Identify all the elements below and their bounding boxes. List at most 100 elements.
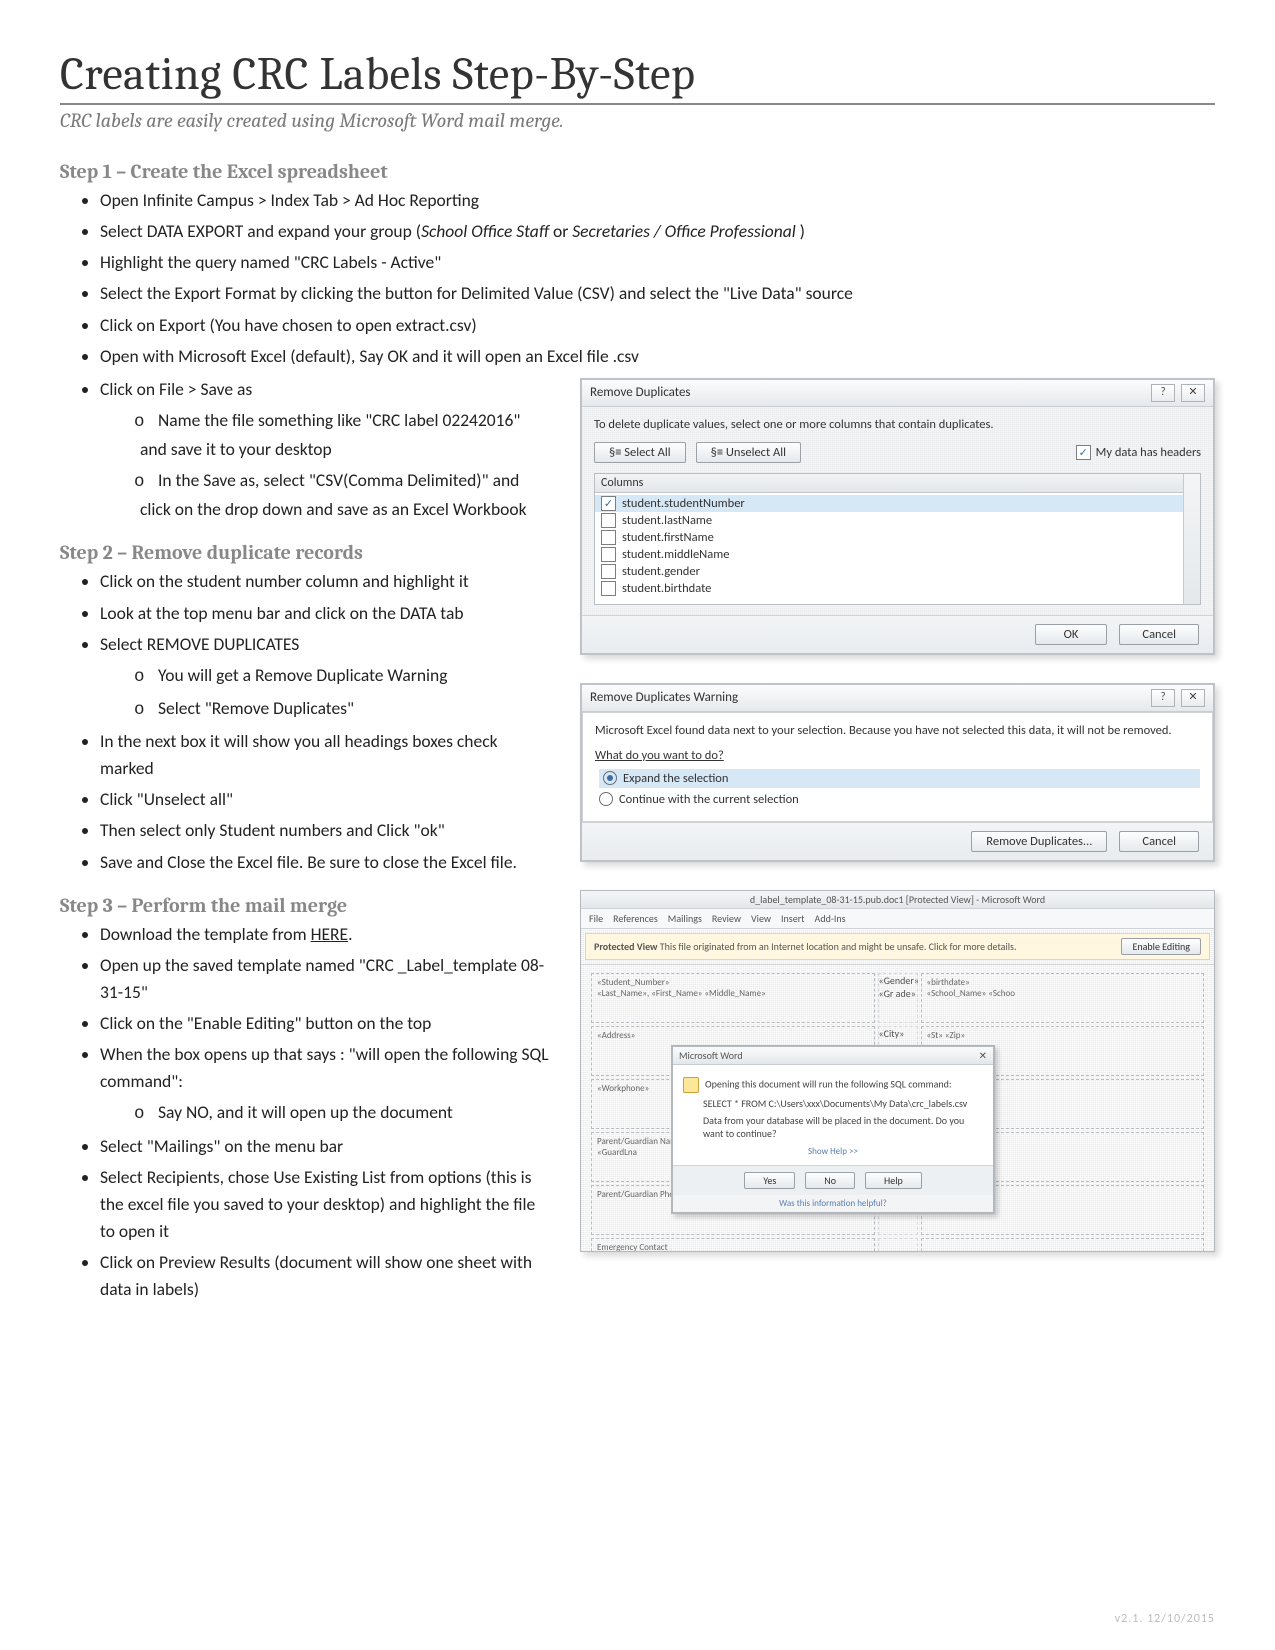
- warning-question: What do you want to do?: [595, 748, 1200, 763]
- step3-list: Download the template from HERE. Open up…: [100, 921, 550, 1096]
- list-item: Open up the saved template named "CRC _L…: [100, 952, 550, 1006]
- list-item: Click on Export (You have chosen to open…: [100, 312, 1215, 339]
- feedback-link[interactable]: Was this information helpful?: [673, 1195, 993, 1212]
- step3-sublist: Say NO, and it will open up the document: [140, 1099, 550, 1128]
- step1-sublist: Name the file something like "CRC label …: [140, 407, 550, 524]
- column-row[interactable]: student.middleName: [595, 546, 1200, 563]
- list-item: Download the template from HERE.: [100, 921, 550, 948]
- text: Download the template from: [100, 923, 311, 945]
- tab-file[interactable]: File: [589, 912, 603, 925]
- list-item: Say NO, and it will open up the document: [140, 1099, 550, 1128]
- word-tabs: File References Mailings Review View Ins…: [581, 909, 1214, 929]
- text: ): [796, 220, 805, 242]
- word-screenshot: d_label_template_08-31-15.pub.doc1 [Prot…: [580, 890, 1215, 1252]
- label-cell: [921, 1238, 1205, 1252]
- checkbox-icon: [601, 581, 616, 596]
- text-italic: School Office Staff: [421, 220, 549, 242]
- tab-references[interactable]: References: [613, 912, 658, 925]
- list-item: Click on File > Save as: [100, 376, 550, 403]
- checkbox-icon: [601, 547, 616, 562]
- text: SELECT * FROM C:\Users\xxx\Documents\My …: [703, 1097, 983, 1110]
- checkbox-icon: [601, 530, 616, 545]
- no-button[interactable]: No: [805, 1172, 855, 1189]
- list-item: Then select only Student numbers and Cli…: [100, 817, 550, 844]
- ok-button[interactable]: OK: [1035, 624, 1108, 645]
- columns-list: Columns ✓student.studentNumber student.l…: [594, 473, 1201, 605]
- enable-editing-button[interactable]: Enable Editing: [1121, 938, 1201, 955]
- step2-list-cont: In the next box it will show you all hea…: [100, 728, 550, 876]
- list-item: Open with Microsoft Excel (default), Say…: [100, 343, 1215, 370]
- close-icon[interactable]: ✕: [1181, 689, 1205, 707]
- tab-view[interactable]: View: [751, 912, 771, 925]
- step1-list-cont: Click on File > Save as: [100, 376, 550, 403]
- label-cell-mid: [878, 1238, 918, 1252]
- help-icon[interactable]: ?: [1151, 689, 1175, 707]
- remove-duplicates-button[interactable]: Remove Duplicates...: [971, 831, 1107, 852]
- column-row[interactable]: student.firstName: [595, 529, 1200, 546]
- column-row[interactable]: student.birthdate: [595, 580, 1200, 597]
- step2-heading: Step 2 – Remove duplicate records: [60, 541, 550, 564]
- list-item: Save and Close the Excel file. Be sure t…: [100, 849, 550, 876]
- close-icon[interactable]: ✕: [1181, 384, 1205, 402]
- cancel-button[interactable]: Cancel: [1119, 624, 1199, 645]
- protected-view-banner: Protected View This file originated from…: [585, 933, 1210, 960]
- list-item: Select Recipients, chose Use Existing Li…: [100, 1164, 550, 1245]
- tab-mailings[interactable]: Mailings: [668, 912, 702, 925]
- remove-duplicates-dialog: Remove Duplicates ? ✕ To delete duplicat…: [580, 378, 1215, 655]
- text: Data from your database will be placed i…: [703, 1114, 983, 1140]
- list-item: Click on the student number column and h…: [100, 568, 550, 595]
- step1-heading: Step 1 – Create the Excel spreadsheet: [60, 160, 1215, 183]
- column-row[interactable]: student.lastName: [595, 512, 1200, 529]
- cancel-button[interactable]: Cancel: [1119, 831, 1199, 852]
- yes-button[interactable]: Yes: [744, 1172, 795, 1189]
- show-help-link[interactable]: Show Help >>: [683, 1146, 983, 1157]
- word-sql-dialog: Microsoft Word ✕ Opening this document w…: [671, 1045, 995, 1214]
- list-item: Select "Remove Duplicates": [140, 695, 550, 724]
- column-row[interactable]: student.gender: [595, 563, 1200, 580]
- help-icon[interactable]: ?: [1151, 384, 1175, 402]
- here-link[interactable]: HERE: [311, 923, 349, 945]
- page-title: Creating CRC Labels Step-By-Step: [60, 48, 1215, 101]
- list-item: Look at the top menu bar and click on th…: [100, 600, 550, 627]
- list-item: Open Infinite Campus > Index Tab > Ad Ho…: [100, 187, 1215, 214]
- banner-prefix: Protected View: [594, 940, 658, 953]
- tab-insert[interactable]: Insert: [781, 912, 805, 925]
- select-all-button[interactable]: §≡ Select All: [594, 442, 686, 463]
- step2-list: Click on the student number column and h…: [100, 568, 550, 657]
- word-dialog-title: Microsoft Word: [679, 1049, 743, 1062]
- label-cell: Emergency Contactemcontact.Name.01: [591, 1238, 875, 1252]
- list-item: In the next box it will show you all hea…: [100, 728, 550, 782]
- tab-addins[interactable]: Add-Ins: [815, 912, 846, 925]
- list-item: Select the Export Format by clicking the…: [100, 280, 1215, 307]
- list-item: In the Save as, select "CSV(Comma Delimi…: [140, 467, 550, 523]
- dialog-title: Remove Duplicates: [590, 385, 691, 400]
- list-item: Click on Preview Results (document will …: [100, 1249, 550, 1303]
- remove-duplicates-warning-dialog: Remove Duplicates Warning ? ✕ Microsoft …: [580, 683, 1215, 862]
- checkbox-icon: ✓: [1076, 445, 1091, 460]
- list-item: Click "Unselect all": [100, 786, 550, 813]
- unselect-all-button[interactable]: §≡ Unselect All: [696, 442, 801, 463]
- tab-review[interactable]: Review: [712, 912, 741, 925]
- column-row[interactable]: ✓student.studentNumber: [595, 495, 1200, 512]
- dialog-title: Remove Duplicates Warning: [590, 690, 738, 705]
- close-icon[interactable]: ✕: [979, 1049, 987, 1062]
- list-item: You will get a Remove Duplicate Warning: [140, 662, 550, 691]
- radio-icon: [603, 771, 617, 785]
- text: Opening this document will run the follo…: [705, 1077, 952, 1090]
- step1-list: Open Infinite Campus > Index Tab > Ad Ho…: [100, 187, 1215, 370]
- headers-checkbox[interactable]: ✓My data has headers: [1076, 445, 1201, 460]
- warning-message: Microsoft Excel found data next to your …: [595, 723, 1200, 738]
- list-item: Select "Mailings" on the menu bar: [100, 1133, 550, 1160]
- continue-selection-radio[interactable]: Continue with the current selection: [599, 792, 1200, 807]
- list-item: Select REMOVE DUPLICATES: [100, 631, 550, 658]
- list-item: Highlight the query named "CRC Labels - …: [100, 249, 1215, 276]
- help-button[interactable]: Help: [865, 1172, 922, 1189]
- text-italic: Secretaries / Office Professional: [572, 220, 795, 242]
- banner-msg: This file originated from an Internet lo…: [658, 940, 1017, 953]
- checkbox-icon: [601, 564, 616, 579]
- expand-selection-radio[interactable]: Expand the selection: [599, 769, 1200, 788]
- list-item: Click on the "Enable Editing" button on …: [100, 1010, 550, 1037]
- scrollbar[interactable]: [1183, 474, 1200, 604]
- text: .: [348, 923, 352, 945]
- list-item: When the box opens up that says : "will …: [100, 1041, 550, 1095]
